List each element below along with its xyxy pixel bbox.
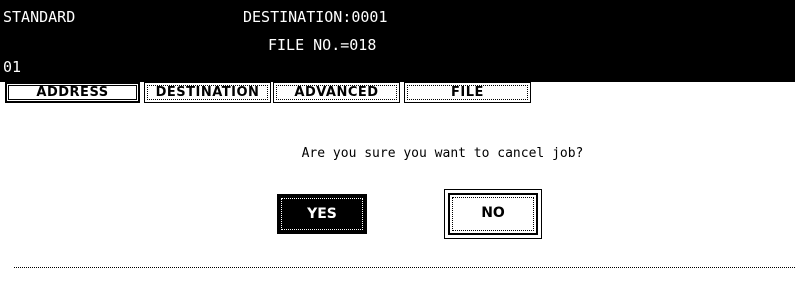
tab-address-label: ADDRESS — [7, 84, 138, 101]
no-button-frame: NO — [448, 193, 538, 235]
tab-advanced-label: ADVANCED — [276, 85, 397, 100]
copy-count: 01 — [3, 58, 22, 76]
yes-button-label: YES — [281, 198, 363, 230]
tab-file[interactable]: FILE — [404, 82, 531, 103]
mode-label: STANDARD — [3, 8, 76, 26]
tab-file-label: FILE — [407, 85, 528, 100]
file-number: FILE NO.=018 — [268, 36, 377, 54]
destination-count: DESTINATION:0001 — [243, 8, 388, 26]
cancel-job-prompt: Are you sure you want to cancel job? — [301, 146, 584, 161]
status-bar: STANDARD DESTINATION:0001 FILE NO.=018 0… — [0, 0, 795, 82]
tab-destination[interactable]: DESTINATION — [144, 82, 271, 103]
no-button[interactable]: NO — [444, 189, 542, 239]
tab-destination-label: DESTINATION — [147, 85, 268, 100]
yes-button[interactable]: YES — [277, 194, 367, 234]
tab-address[interactable]: ADDRESS — [5, 82, 140, 103]
tab-advanced[interactable]: ADVANCED — [273, 82, 400, 103]
divider — [14, 267, 795, 268]
no-button-label: NO — [452, 197, 534, 231]
tab-bar: ADDRESS DESTINATION ADVANCED FILE — [0, 82, 795, 104]
copier-screen: STANDARD DESTINATION:0001 FILE NO.=018 0… — [0, 0, 795, 305]
